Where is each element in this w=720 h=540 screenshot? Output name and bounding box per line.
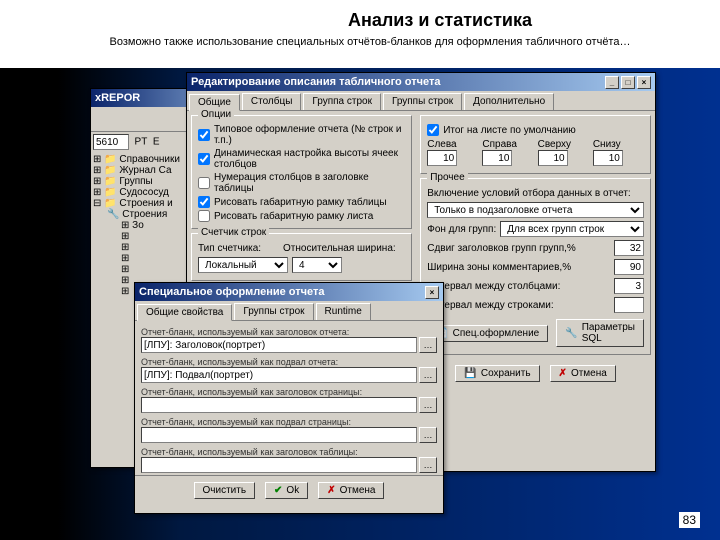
save-button[interactable]: Сохранить [455,365,539,382]
tab-columns[interactable]: Столбцы [242,93,302,110]
tree-filter[interactable] [93,134,129,150]
other-group: Включение условий отбора данных в отчет:… [420,178,651,355]
spec-title: Специальное оформление отчета [139,286,325,298]
row-interval[interactable] [614,297,644,313]
tab-rowgroup[interactable]: Группа строк [303,93,381,110]
spec-tabs: Общие свойства Группы строк Runtime [135,301,443,321]
tool-icon[interactable] [93,109,113,129]
slide-subtitle: Возможно также использование специальных… [60,36,680,48]
margins-group: Итог на листе по умолчанию Слева Справа … [420,115,651,174]
save-icon [464,368,476,379]
sql-params-button[interactable]: 🔧 Параметры SQL [556,319,644,347]
cancel-icon: ✗ [559,368,567,379]
include-mode[interactable]: Только в подзаголовке отчета [427,202,644,218]
counter-type[interactable]: Локальный [198,257,288,273]
minimize-icon[interactable]: _ [605,76,619,89]
page-number: 83 [679,512,700,528]
browse-button[interactable]: … [419,337,437,353]
margin-left[interactable] [427,150,457,166]
spec-header-report[interactable] [141,337,417,353]
spec-tab-runtime[interactable]: Runtime [316,303,371,320]
shift-pct[interactable] [614,240,644,256]
editor-titlebar[interactable]: Редактирование описания табличного отчет… [187,73,655,91]
spec-format-button[interactable]: 📄 Спец.оформление [427,325,548,342]
browse-button[interactable]: … [419,427,437,443]
options-group: Типовое оформление отчета (№ строк и т.п… [191,115,412,229]
bg-groups[interactable]: Для всех групп строк [500,221,644,237]
browse-button[interactable]: … [419,367,437,383]
tool-icon[interactable] [115,109,135,129]
close-icon[interactable]: × [425,286,439,299]
spec-page-footer[interactable] [141,427,417,443]
spec-titlebar[interactable]: Специальное оформление отчета × [135,283,443,301]
tool-icon[interactable] [137,109,157,129]
spec-footer-report[interactable] [141,367,417,383]
browse-button[interactable]: … [419,397,437,413]
spec-page-header[interactable] [141,397,417,413]
opt-frame-sheet[interactable] [198,210,210,222]
cancel-icon: ✗ [327,485,335,496]
tab-advanced[interactable]: Дополнительно [464,93,554,110]
counter-width[interactable]: 4 [292,257,342,273]
spec-tab-general[interactable]: Общие свойства [137,304,232,321]
tool-icon[interactable] [159,109,179,129]
slide-title: Анализ и статистика [200,4,680,33]
counter-group: Тип счетчика: Относительная ширина: Лока… [191,233,412,281]
check-icon: ✔ [274,485,282,496]
spec-table-header[interactable] [141,457,417,473]
opt-frame-table[interactable] [198,196,210,208]
opt-numbering[interactable] [198,177,210,189]
tab-rowgroups[interactable]: Группы строк [383,93,462,110]
browse-button[interactable]: … [419,457,437,473]
margin-top[interactable] [538,150,568,166]
spec-tab-groups[interactable]: Группы строк [234,303,313,320]
ok-button[interactable]: ✔Ok [265,482,308,499]
cancel-button[interactable]: ✗Отмена [318,482,384,499]
margin-right[interactable] [482,150,512,166]
editor-tabs: Общие Столбцы Группа строк Группы строк … [187,91,655,111]
comment-width[interactable] [614,259,644,275]
opt-typical[interactable] [198,129,210,141]
opt-dynamic[interactable] [198,153,210,165]
maximize-icon[interactable]: □ [621,76,635,89]
cancel-button[interactable]: ✗Отмена [550,365,616,382]
clear-button[interactable]: Очистить [194,482,256,499]
bgwin-title: xREPOR [95,92,140,104]
close-icon[interactable]: × [637,76,651,89]
chk-default-sheet[interactable] [427,124,439,136]
margin-bottom[interactable] [593,150,623,166]
spec-dialog: Специальное оформление отчета × Общие св… [134,282,444,514]
col-interval[interactable] [614,278,644,294]
editor-title: Редактирование описания табличного отчет… [191,76,441,88]
